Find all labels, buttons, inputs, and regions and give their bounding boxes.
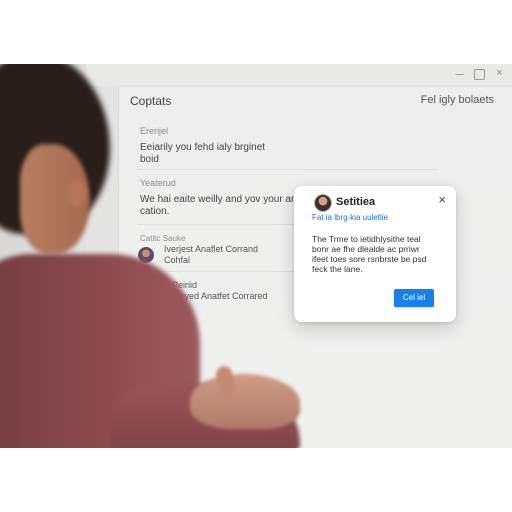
contact-lines: Peiriid Jaryed Anatfet Corrared xyxy=(172,280,268,302)
section-text: Eeiarily you fehd ialy brginet boid xyxy=(140,142,266,165)
window-controls: × xyxy=(455,68,504,80)
section-1: Ererijel Eeiarily you fehd ialy brginet … xyxy=(140,126,340,166)
divider xyxy=(138,169,438,170)
header-action-link[interactable]: Fel igly bolaets xyxy=(421,94,494,106)
window-titlebar: × xyxy=(86,64,512,87)
dialog-confirm-button[interactable]: Cel iel xyxy=(394,289,434,307)
dialog-body: The Trme to ietidhlysithe teal bonr ae f… xyxy=(312,234,427,274)
close-icon[interactable]: × xyxy=(438,193,446,206)
dialog-title: Setitiea xyxy=(336,196,376,208)
left-rail: ‹ ↖ xyxy=(86,86,119,448)
chevron-left-icon[interactable]: ‹ xyxy=(96,96,100,110)
contact-name: Iverjest Anaflet Corrand xyxy=(164,244,259,254)
dialog-link[interactable]: Fat ia lbrg-kia uuletlie xyxy=(312,213,388,222)
contact-subtitle: Cohfal xyxy=(164,255,191,265)
avatar xyxy=(314,194,332,212)
avatar xyxy=(138,247,154,263)
close-icon[interactable]: × xyxy=(495,68,504,79)
popup-dialog: Setitiea × Fat ia lbrg-kia uuletlie The … xyxy=(294,186,456,322)
contact-name: Peiriid xyxy=(172,280,198,290)
contact-lines: Iverjest Anaflet Corrand Cohfal xyxy=(164,244,258,266)
arrow-icon[interactable]: ↖ xyxy=(96,156,104,167)
section-label: Ererijel xyxy=(140,126,169,136)
photo: × ‹ ↖ Coptats Fel igly bolaets Ererijel … xyxy=(0,64,512,448)
restore-icon[interactable] xyxy=(474,69,485,80)
page-title: Coptats xyxy=(130,94,172,108)
ear xyxy=(68,179,86,207)
face xyxy=(20,144,90,254)
contact-subtitle: Jaryed Anatfet Corrared xyxy=(172,291,268,301)
minimize-icon[interactable] xyxy=(455,69,464,75)
avatar xyxy=(146,283,162,299)
